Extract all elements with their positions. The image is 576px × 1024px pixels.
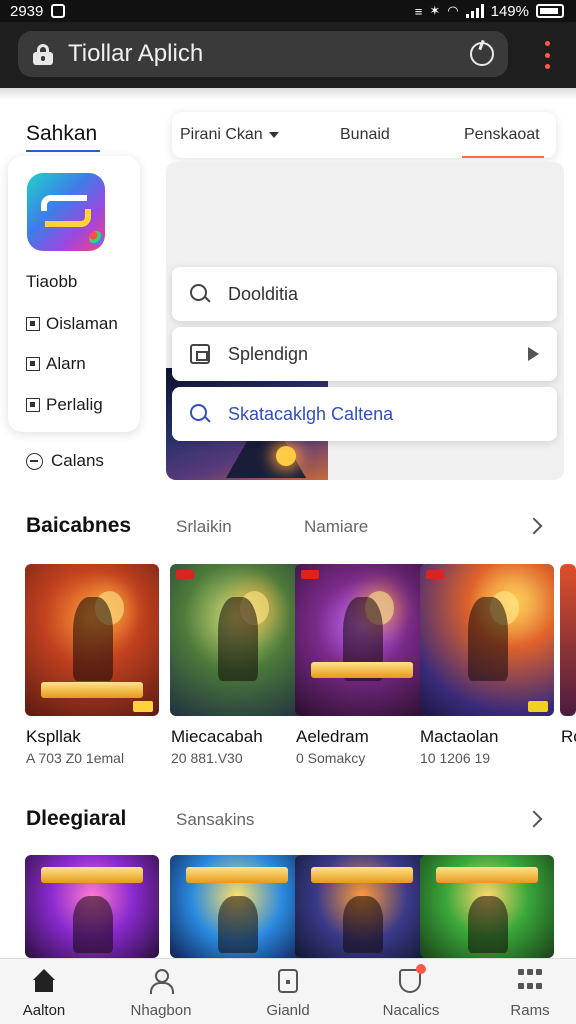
person-icon <box>149 969 174 994</box>
bluetooth-icon: ✶ <box>429 3 441 18</box>
game-card-meta: 0 Somakcy <box>296 750 366 766</box>
game-card-art[interactable] <box>295 564 429 716</box>
tab-active-indicator <box>462 156 544 158</box>
square-icon <box>26 357 40 371</box>
document-icon <box>190 344 210 364</box>
nav-item-grid[interactable]: Rams <box>480 959 576 1024</box>
game-card-art[interactable] <box>25 855 159 958</box>
url-text[interactable]: Tiollar Aplich <box>68 40 470 68</box>
search-icon <box>190 404 210 424</box>
address-bar[interactable]: Tiollar Aplich <box>18 31 508 77</box>
battery-text: 149% <box>490 2 529 20</box>
section-2-tab-1[interactable]: Sansakins <box>176 810 254 830</box>
power-icon[interactable] <box>470 42 494 66</box>
notification-dot <box>416 964 426 974</box>
battery-icon <box>536 4 564 18</box>
nav-item-tablet[interactable]: Gianld <box>238 959 338 1024</box>
section-1-tab-1[interactable]: Srlaikin <box>176 517 232 537</box>
side-panel-title[interactable]: Sahkan <box>26 122 97 146</box>
game-card-title[interactable]: Aeledram <box>296 727 369 747</box>
section-1-title: Baicabnes <box>26 514 132 537</box>
nav-item-shield[interactable]: Nacalics <box>361 959 461 1024</box>
status-time: 2939 <box>10 2 44 20</box>
toolbar-shadow <box>0 88 576 100</box>
game-card-title[interactable]: Mactaolan <box>420 727 498 747</box>
tab-strip: Pirani Ckan Bunaid Penskaoat <box>172 112 556 158</box>
section-2-title: Dleegiaral <box>26 807 127 830</box>
browser-toolbar: Tiollar Aplich <box>0 22 576 88</box>
chevron-right-icon[interactable] <box>525 517 543 535</box>
game-card-art[interactable] <box>420 855 554 958</box>
game-card-title[interactable]: Kspllak <box>26 727 81 747</box>
bottom-navigation: Aalton Nhagbon Gianld Nacalics Rams <box>0 958 576 1024</box>
game-card-title[interactable]: Miecacabah <box>171 727 263 747</box>
dropdown-item-highlight[interactable]: Skatacaklgh Caltena <box>172 387 557 441</box>
tab-dropdown[interactable]: Pirani Ckan <box>180 126 279 144</box>
dropdown-item-search[interactable]: Doolditia <box>172 267 557 321</box>
game-card-meta: 20 881.V30 <box>171 750 243 766</box>
game-card-art-partial[interactable] <box>560 564 576 716</box>
side-app-name[interactable]: Tiaobb <box>26 272 77 292</box>
game-card-meta: A 703 Z0 1emal <box>26 750 125 766</box>
shield-icon <box>399 964 426 993</box>
dropdown-item-document[interactable]: Splendign <box>172 327 557 381</box>
side-extra-item[interactable]: Calans <box>26 451 104 471</box>
chevron-right-icon[interactable] <box>525 810 543 828</box>
search-icon <box>190 284 210 304</box>
lock-icon <box>32 43 54 65</box>
nav-item-profile[interactable]: Nhagbon <box>111 959 211 1024</box>
notification-app-icon <box>51 4 66 18</box>
game-card-title[interactable]: Rc <box>561 727 576 747</box>
side-panel-card: Tiaobb Oislaman Alarn Perlalig <box>8 156 140 432</box>
app-logo-icon[interactable] <box>27 173 105 251</box>
tab-second[interactable]: Bunaid <box>340 126 390 144</box>
play-icon[interactable] <box>528 347 539 361</box>
caret-down-icon <box>268 131 279 138</box>
status-bar: 2939 ≡ ✶ ◠ 149% <box>0 0 576 22</box>
game-card-art[interactable] <box>295 855 429 958</box>
side-title-underline <box>26 150 100 152</box>
grid-icon <box>518 969 542 993</box>
tablet-icon <box>278 969 298 993</box>
game-card-art[interactable] <box>170 855 304 958</box>
square-icon <box>26 317 40 331</box>
game-card-art[interactable] <box>170 564 304 716</box>
home-icon <box>32 969 56 993</box>
circle-minus-icon <box>26 452 43 470</box>
game-card-art[interactable] <box>25 564 159 716</box>
vibrate-icon: ≡ <box>414 3 423 19</box>
signal-icon <box>465 4 484 18</box>
game-card-art[interactable] <box>420 564 554 716</box>
side-item-1[interactable]: Oislaman <box>26 314 118 334</box>
tab-third[interactable]: Penskaoat <box>464 126 540 144</box>
wifi-icon: ◠ <box>447 3 459 18</box>
game-card-meta: 10 1206 19 <box>420 750 491 766</box>
side-item-2[interactable]: Alarn <box>26 354 86 374</box>
overflow-menu-icon[interactable] <box>540 41 554 69</box>
side-item-3[interactable]: Perlalig <box>26 395 103 415</box>
square-icon <box>26 398 40 412</box>
nav-item-home[interactable]: Aalton <box>0 959 94 1024</box>
section-1-tab-2[interactable]: Namiare <box>304 517 368 537</box>
